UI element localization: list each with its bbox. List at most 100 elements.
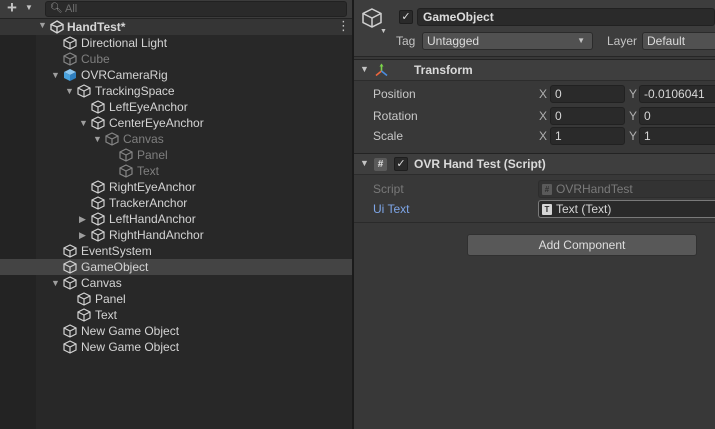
ui-text-value: Text (Text) — [556, 202, 612, 216]
hierarchy-item-label: Text — [137, 164, 160, 178]
gameobject-icon — [119, 148, 133, 162]
fold-open-arrow-icon[interactable]: ▼ — [79, 115, 88, 131]
hierarchy-item[interactable]: Panel — [0, 291, 352, 307]
component-separator — [354, 222, 715, 223]
hierarchy-item[interactable]: EventSystem — [0, 243, 352, 259]
gameobject-icon — [105, 132, 119, 146]
gameobject-icon — [91, 116, 105, 130]
hierarchy-item[interactable]: ▶ LeftHandAnchor — [0, 211, 352, 227]
chevron-down-icon[interactable]: ▼ — [380, 28, 387, 35]
gameobject-icon[interactable] — [361, 7, 383, 29]
prefab-icon — [63, 68, 77, 82]
layer-dropdown[interactable]: Default — [642, 32, 715, 50]
hierarchy-item[interactable]: Cube — [0, 51, 352, 67]
transform-component-header[interactable]: ▼ Transform — [354, 59, 715, 81]
fold-arrow-icon[interactable]: ▼ — [360, 64, 369, 74]
scale-row: Scale X 1 Y 1 — [354, 127, 715, 145]
script-reference-field: # OVRHandTest — [538, 180, 715, 198]
gameobject-icon — [63, 324, 77, 338]
fold-open-arrow-icon[interactable]: ▼ — [51, 67, 60, 83]
gameobject-icon — [77, 292, 91, 306]
position-y-field[interactable]: -0.0106041 — [639, 85, 715, 103]
script-reference-row: Script # OVRHandTest — [354, 180, 715, 198]
fold-open-arrow-icon[interactable]: ▼ — [65, 83, 74, 99]
gameobject-icon — [63, 52, 77, 66]
fold-open-arrow-icon[interactable]: ▼ — [51, 275, 60, 291]
add-component-button[interactable]: Add Component — [467, 234, 697, 256]
axis-label-x: X — [539, 109, 548, 123]
hierarchy-item-label: LeftHandAnchor — [109, 212, 196, 226]
gameobject-icon — [91, 100, 105, 114]
fold-arrow-icon[interactable]: ▼ — [38, 20, 47, 30]
gameobject-icon — [77, 84, 91, 98]
hierarchy-item-label: CenterEyeAnchor — [109, 116, 204, 130]
search-placeholder: All — [65, 3, 78, 15]
hierarchy-item[interactable]: ▶ RightHandAnchor — [0, 227, 352, 243]
hierarchy-tree: Directional Light Cube ▼ OVRCameraRig ▼ Track… — [0, 35, 352, 429]
hierarchy-item-label: Text — [95, 308, 118, 322]
more-options-icon[interactable]: ⋮ — [337, 18, 350, 34]
active-checkbox[interactable]: ✓ — [399, 10, 413, 24]
position-x-field[interactable]: 0 — [550, 85, 625, 103]
object-name-field[interactable]: GameObject — [417, 8, 715, 26]
scale-y-field[interactable]: 1 — [639, 127, 715, 145]
hierarchy-item[interactable]: Text — [0, 307, 352, 323]
position-row: Position X 0 Y -0.0106041 — [354, 85, 715, 103]
fold-closed-arrow-icon[interactable]: ▶ — [79, 227, 86, 243]
hierarchy-item-label: TrackingSpace — [95, 84, 175, 98]
hierarchy-item-label: EventSystem — [81, 244, 152, 258]
hierarchy-item-label: Panel — [137, 148, 168, 162]
hierarchy-item[interactable]: LeftEyeAnchor — [0, 99, 352, 115]
hierarchy-item[interactable]: ▼ TrackingSpace — [0, 83, 352, 99]
hierarchy-item[interactable]: Panel — [0, 147, 352, 163]
hierarchy-item-label: Cube — [81, 52, 110, 66]
transform-title: Transform — [414, 63, 473, 77]
hierarchy-item-label: Canvas — [123, 132, 164, 146]
gameobject-icon — [119, 164, 133, 178]
property-label: Rotation — [373, 109, 418, 123]
chevron-down-icon: ▼ — [25, 3, 33, 12]
hierarchy-item[interactable]: ▼ CenterEyeAnchor — [0, 115, 352, 131]
hierarchy-item[interactable]: GameObject — [0, 259, 352, 275]
tag-value: Untagged — [427, 34, 480, 48]
layer-label: Layer — [607, 34, 638, 48]
hierarchy-item[interactable]: New Game Object — [0, 339, 352, 355]
hierarchy-item-label: GameObject — [81, 260, 149, 274]
hierarchy-item-label: LeftEyeAnchor — [109, 100, 188, 114]
gameobject-icon — [63, 244, 77, 258]
tag-label: Tag — [396, 34, 416, 48]
tag-dropdown[interactable]: Untagged ▼ — [422, 32, 593, 50]
hierarchy-item[interactable]: ▼ Canvas — [0, 275, 352, 291]
hierarchy-item[interactable]: RightEyeAnchor — [0, 179, 352, 195]
script-label: Script — [373, 182, 404, 196]
hierarchy-item[interactable]: ▼ Canvas — [0, 131, 352, 147]
hierarchy-item[interactable]: New Game Object — [0, 323, 352, 339]
create-dropdown-button[interactable]: + ▼ — [4, 0, 38, 18]
gameobject-icon — [63, 260, 77, 274]
hierarchy-item[interactable]: Text — [0, 163, 352, 179]
script-component-header[interactable]: ▼ # ✓ OVR Hand Test (Script) — [354, 153, 715, 175]
axis-label-x: X — [539, 87, 548, 101]
fold-closed-arrow-icon[interactable]: ▶ — [79, 211, 86, 227]
text-component-icon: T — [542, 204, 552, 215]
fold-arrow-icon[interactable]: ▼ — [360, 158, 369, 168]
hierarchy-item[interactable]: TrackerAnchor — [0, 195, 352, 211]
gameobject-icon — [91, 228, 105, 242]
hierarchy-search-field[interactable]: 🔍︎ All — [45, 1, 347, 17]
script-enabled-checkbox[interactable]: ✓ — [394, 157, 408, 171]
scene-header-row[interactable]: ▼ HandTest* ⋮ — [0, 18, 352, 35]
ui-text-object-field[interactable]: T Text (Text) — [538, 200, 715, 218]
hierarchy-item-label: RightEyeAnchor — [109, 180, 196, 194]
fold-open-arrow-icon[interactable]: ▼ — [93, 131, 102, 147]
rotation-y-field[interactable]: 0 — [639, 107, 715, 125]
property-label: Scale — [373, 129, 404, 143]
gameobject-icon — [63, 340, 77, 354]
scale-x-field[interactable]: 1 — [550, 127, 625, 145]
axis-label-y: Y — [629, 109, 638, 123]
hierarchy-item-label: New Game Object — [81, 324, 180, 338]
layer-value: Default — [647, 34, 686, 48]
hierarchy-item-label: Canvas — [81, 276, 122, 290]
rotation-x-field[interactable]: 0 — [550, 107, 625, 125]
hierarchy-item[interactable]: ▼ OVRCameraRig — [0, 67, 352, 83]
hierarchy-item[interactable]: Directional Light — [0, 35, 352, 51]
